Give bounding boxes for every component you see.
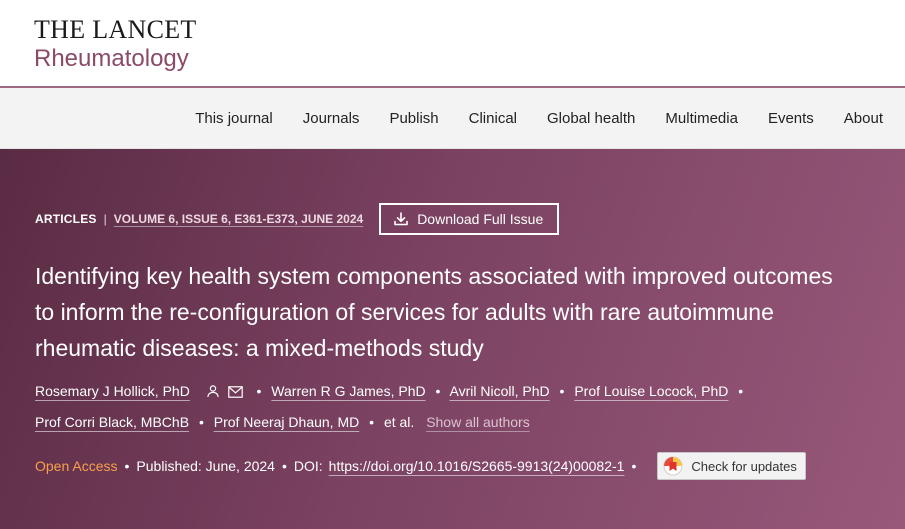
nav-journals[interactable]: Journals (303, 110, 360, 127)
show-all-authors-link[interactable]: Show all authors (426, 414, 530, 430)
crossmark-icon (663, 456, 683, 476)
masthead: THE LANCET Rheumatology (0, 0, 905, 86)
bullet: • (124, 458, 130, 474)
check-for-updates-button[interactable]: Check for updates (657, 452, 806, 480)
download-full-issue-button[interactable]: Download Full Issue (379, 203, 560, 235)
doi-label: DOI: (293, 458, 323, 474)
download-label: Download Full Issue (417, 211, 544, 227)
article-meta-row: ARTICLES | VOLUME 6, ISSUE 6, E361-E373,… (35, 201, 560, 237)
issue-link[interactable]: VOLUME 6, ISSUE 6, E361-E373, JUNE 2024 (114, 212, 363, 226)
article-type: ARTICLES (35, 212, 97, 226)
author-link[interactable]: Prof Louise Locock, PhD (574, 383, 728, 399)
article-title: Identifying key health system components… (35, 263, 833, 361)
main-nav: This journal Journals Publish Clinical G… (0, 88, 905, 149)
bullet: • (738, 383, 744, 399)
bullet: • (559, 383, 565, 399)
author-link[interactable]: Rosemary J Hollick, PhD (35, 383, 190, 399)
bullet: • (198, 414, 204, 430)
person-icon[interactable] (206, 379, 220, 408)
download-icon (393, 211, 409, 227)
bullet: • (435, 383, 441, 399)
nav-publish[interactable]: Publish (389, 110, 438, 127)
open-access-label: Open Access (35, 458, 118, 474)
email-icon[interactable] (227, 379, 243, 408)
bullet: • (369, 414, 375, 430)
separator: | (103, 212, 107, 226)
author-contact-icons (206, 379, 247, 408)
publication-info: Open Access • Published: June, 2024 • DO… (35, 451, 806, 481)
author-link[interactable]: Warren R G James, PhD (271, 383, 425, 399)
check-for-updates-label: Check for updates (691, 458, 797, 474)
author-link[interactable]: Prof Neeraj Dhaun, MD (214, 414, 360, 430)
article-header: ARTICLES | VOLUME 6, ISSUE 6, E361-E373,… (0, 149, 905, 529)
bullet: • (631, 458, 637, 474)
journal-logo[interactable]: THE LANCET Rheumatology (34, 16, 197, 73)
nav-clinical[interactable]: Clinical (469, 110, 517, 127)
author-link[interactable]: Prof Corri Black, MBChB (35, 414, 189, 430)
bullet: • (281, 458, 287, 474)
nav-this-journal[interactable]: This journal (195, 110, 273, 127)
logo-subtitle: Rheumatology (34, 45, 189, 72)
nav-global-health[interactable]: Global health (547, 110, 635, 127)
nav-events[interactable]: Events (768, 110, 814, 127)
author-link[interactable]: Avril Nicoll, PhD (450, 383, 550, 399)
logo-title: THE LANCET (34, 15, 197, 44)
nav-list: This journal Journals Publish Clinical G… (165, 88, 883, 148)
nav-multimedia[interactable]: Multimedia (665, 110, 738, 127)
bullet: • (256, 383, 262, 399)
doi-link[interactable]: https://doi.org/10.1016/S2665-9913(24)00… (329, 458, 625, 474)
author-list: Rosemary J Hollick, PhD • Warren R G Jam… (35, 377, 875, 437)
nav-about[interactable]: About (844, 110, 883, 127)
et-al: et al. (383, 414, 415, 430)
published-date: Published: June, 2024 (136, 458, 275, 474)
